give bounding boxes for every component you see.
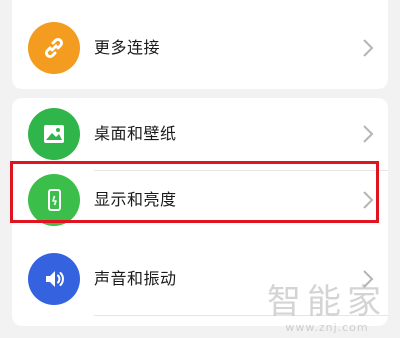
link-icon (28, 22, 80, 74)
settings-item-label: 更多连接 (94, 38, 161, 57)
settings-item-more-connections[interactable]: 更多连接 (12, 12, 388, 84)
chevron-right-icon (363, 39, 374, 57)
watermark-url: www.znj.com (285, 321, 369, 334)
watermark: 智能家 www.znj.com (262, 283, 392, 334)
settings-item-label: 声音和振动 (94, 269, 177, 288)
settings-item-desktop-wallpaper[interactable]: 桌面和壁纸 (12, 98, 388, 170)
highlight-box (10, 161, 379, 223)
speaker-icon (28, 253, 80, 305)
image-icon (28, 108, 80, 160)
watermark-text: 智能家 (267, 282, 387, 322)
settings-item-label: 桌面和壁纸 (94, 124, 177, 143)
settings-card-connections: 更多连接 (12, 0, 388, 89)
chevron-right-icon (363, 125, 374, 143)
